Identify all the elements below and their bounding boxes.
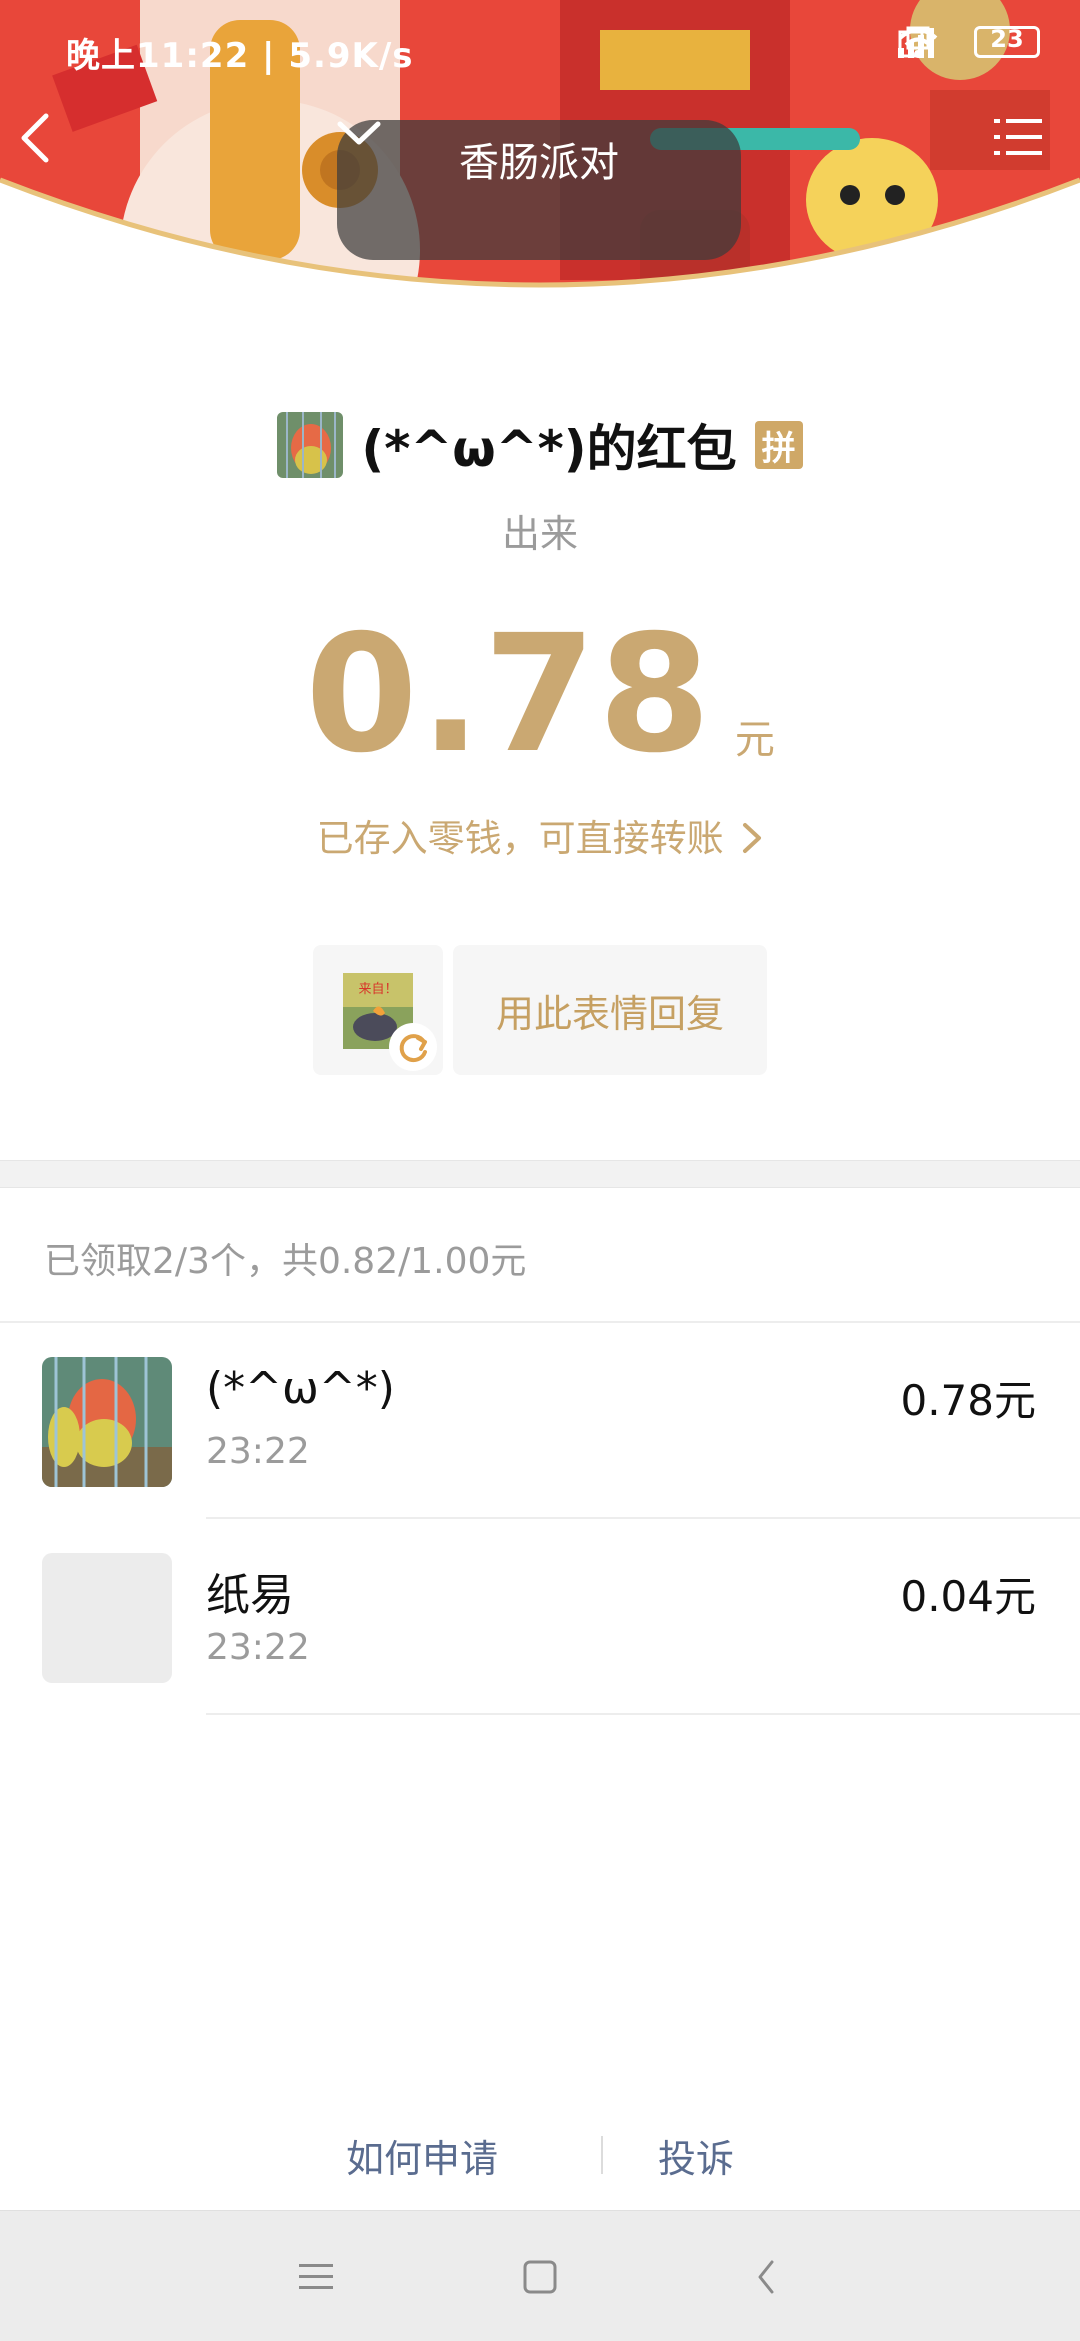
list-item[interactable]: (*^ω^*) 23:22 0.78元 [0, 1323, 1080, 1519]
battery-level: 23 [990, 25, 1024, 53]
how-to-apply-link[interactable]: 如何申请 [346, 2128, 498, 2183]
system-nav-bar [0, 2210, 1080, 2341]
divider [206, 1713, 1080, 1715]
greeting-text: 出来 [501, 512, 578, 556]
record-time: 23:22 [206, 1431, 310, 1472]
list-item[interactable]: 纸易 23:22 0.04元 [0, 1519, 1080, 1715]
amount-row: 0.78 元 [0, 601, 1080, 789]
section-divider [0, 1160, 1080, 1188]
chevron-right-icon [743, 823, 762, 853]
footer-separator [601, 2136, 603, 2174]
amount-value: 0.78 [305, 601, 713, 789]
list-menu-icon [994, 119, 1042, 155]
record-time: 23:22 [206, 1627, 310, 1668]
battery-icon: 23 [974, 25, 1040, 58]
nav-menu-button[interactable] [286, 2249, 346, 2305]
status-icons: 23 [896, 25, 1040, 58]
back-arrow-icon [21, 113, 49, 163]
cover-title-pill[interactable]: 香肠派对 [337, 120, 741, 260]
status-bar: 晚上11:22 | 5.9K/s 23 [0, 0, 1080, 96]
footer-links: 如何申请 投诉 [0, 2124, 1080, 2184]
chevron-down-icon [337, 121, 381, 145]
header-banner: 晚上11:22 | 5.9K/s 23 香肠派对 [0, 0, 1080, 325]
back-chevron-icon [758, 2260, 774, 2294]
sender-avatar[interactable] [277, 412, 344, 478]
group-badge: 拼 [754, 421, 803, 469]
nav-home-button[interactable] [510, 2249, 570, 2305]
complain-link[interactable]: 投诉 [658, 2128, 734, 2183]
sender-name: (*^ω^*)的红包 [361, 420, 737, 478]
claim-summary: 已领取2/3个，共0.82/1.00元 [44, 1241, 527, 1282]
nav-back-button[interactable] [736, 2249, 796, 2305]
record-name: 纸易 [206, 1570, 294, 1621]
avatar [42, 1357, 172, 1487]
status-time: 晚上11:22 | 5.9K/s [66, 36, 414, 76]
wallet-link[interactable]: 已存入零钱，可直接转账 [0, 808, 1080, 862]
record-amount: 0.78元 [900, 1376, 1036, 1425]
sticker-text: 来自！ [358, 982, 397, 997]
hamburger-icon [299, 2264, 333, 2289]
home-square-icon [523, 2260, 557, 2294]
cover-title: 香肠派对 [459, 140, 619, 186]
avatar [42, 1553, 172, 1683]
refresh-icon [389, 1023, 437, 1071]
record-amount: 0.04元 [900, 1572, 1036, 1621]
wallet-note: 已存入零钱，可直接转账 [316, 817, 724, 860]
sticker-switch-button[interactable]: 来自！ [313, 945, 443, 1075]
sender-row: (*^ω^*)的红包 拼 [0, 410, 1080, 480]
amount-unit: 元 [734, 717, 775, 763]
back-button[interactable] [18, 112, 78, 182]
reply-area: 来自！ 用此表情回复 [313, 945, 767, 1075]
reply-with-sticker-button[interactable]: 用此表情回复 [453, 945, 767, 1075]
record-name: (*^ω^*) [206, 1363, 395, 1414]
menu-button[interactable] [994, 116, 1058, 180]
